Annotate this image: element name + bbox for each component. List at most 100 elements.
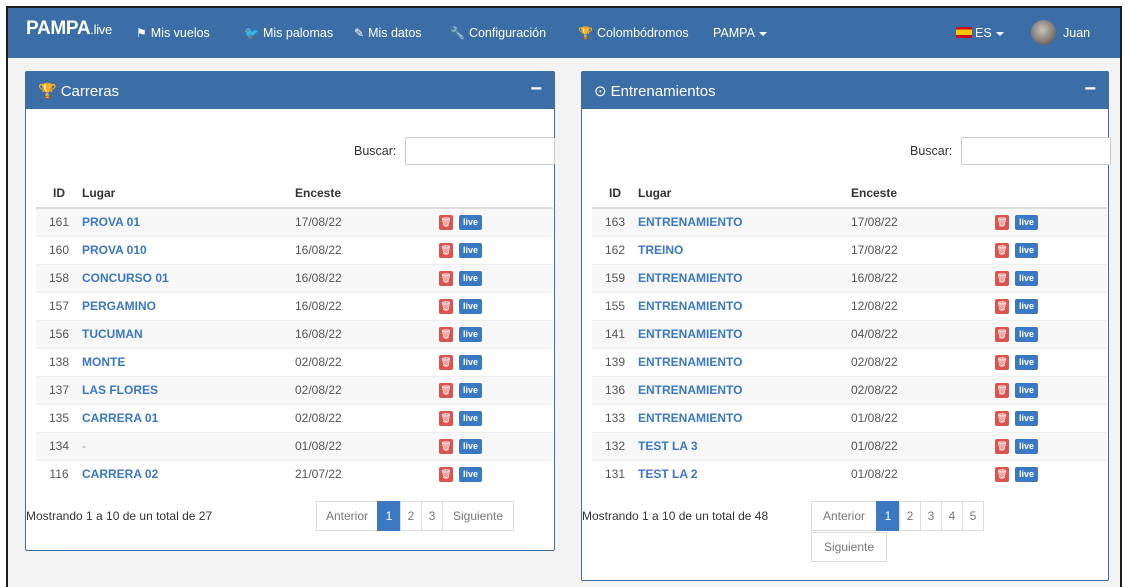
user-avatar[interactable] <box>1031 20 1056 45</box>
live-button[interactable]: live <box>1015 410 1039 426</box>
col-lugar[interactable]: Lugar <box>82 178 295 209</box>
delete-button[interactable]: 🗑 <box>439 326 453 342</box>
table-row[interactable]: 157 PERGAMINO 16/08/22 🗑 live <box>36 291 553 320</box>
page-4-button[interactable]: 4 <box>941 501 963 531</box>
table-row[interactable]: 133 ENTRENAMIENTO 01/08/22 🗑 live <box>592 403 1107 432</box>
nav-colombodromos[interactable]: 🏆 Colombódromos <box>578 26 689 40</box>
live-button[interactable]: live <box>1015 466 1039 482</box>
cell-lugar-link[interactable]: CARRERA 01 <box>82 403 295 432</box>
table-row[interactable]: 163 ENTRENAMIENTO 17/08/22 🗑 live <box>592 207 1107 236</box>
cell-lugar-link[interactable]: ENTRENAMIENTO <box>638 403 851 432</box>
cell-lugar-link[interactable]: ENTRENAMIENTO <box>638 375 851 404</box>
table-row[interactable]: 116 CARRERA 02 21/07/22 🗑 live <box>36 459 553 488</box>
cell-lugar-link[interactable]: PROVA 010 <box>82 235 295 264</box>
live-button[interactable]: live <box>1015 270 1039 286</box>
nav-mis-vuelos[interactable]: ⚑ Mis vuelos <box>136 26 210 40</box>
next-button[interactable]: Siguiente <box>811 532 887 562</box>
cell-lugar-link[interactable]: CONCURSO 01 <box>82 263 295 292</box>
table-row[interactable]: 137 LAS FLORES 02/08/22 🗑 live <box>36 375 553 404</box>
live-button[interactable]: live <box>459 382 483 398</box>
page-5-button[interactable]: 5 <box>962 501 984 531</box>
cell-lugar-link[interactable]: TEST LA 2 <box>638 459 851 488</box>
delete-button[interactable]: 🗑 <box>995 298 1009 314</box>
delete-button[interactable]: 🗑 <box>439 438 453 454</box>
prev-button[interactable]: Anterior <box>811 501 877 531</box>
delete-button[interactable]: 🗑 <box>439 242 453 258</box>
table-row[interactable]: 131 TEST LA 2 01/08/22 🗑 live <box>592 459 1107 488</box>
minimize-button[interactable]: − <box>1084 78 1096 101</box>
live-button[interactable]: live <box>459 466 483 482</box>
live-button[interactable]: live <box>1015 214 1039 230</box>
delete-button[interactable]: 🗑 <box>439 410 453 426</box>
live-button[interactable]: live <box>459 242 483 258</box>
delete-button[interactable]: 🗑 <box>995 438 1009 454</box>
language-dropdown[interactable]: ES <box>956 26 1004 40</box>
col-enceste[interactable]: Enceste <box>851 178 965 209</box>
cell-lugar-link[interactable]: ENTRENAMIENTO <box>638 319 851 348</box>
live-button[interactable]: live <box>1015 326 1039 342</box>
live-button[interactable]: live <box>459 298 483 314</box>
table-row[interactable]: 159 ENTRENAMIENTO 16/08/22 🗑 live <box>592 263 1107 292</box>
delete-button[interactable]: 🗑 <box>995 382 1009 398</box>
table-row[interactable]: 162 TREINO 17/08/22 🗑 live <box>592 235 1107 264</box>
table-row[interactable]: 136 ENTRENAMIENTO 02/08/22 🗑 live <box>592 375 1107 404</box>
live-button[interactable]: live <box>459 214 483 230</box>
cell-lugar-link[interactable]: PERGAMINO <box>82 291 295 320</box>
delete-button[interactable]: 🗑 <box>439 270 453 286</box>
page-1-button[interactable]: 1 <box>876 501 900 531</box>
nav-mis-datos[interactable]: ✎ Mis datos <box>354 26 422 40</box>
cell-lugar-link[interactable]: ENTRENAMIENTO <box>638 263 851 292</box>
page-2-button[interactable]: 2 <box>400 501 422 531</box>
nav-mis-palomas[interactable]: 🐦 Mis palomas <box>244 26 333 40</box>
page-2-button[interactable]: 2 <box>899 501 921 531</box>
live-button[interactable]: live <box>459 438 483 454</box>
delete-button[interactable]: 🗑 <box>995 270 1009 286</box>
cell-lugar-link[interactable]: MONTE <box>82 347 295 376</box>
cell-lugar-link[interactable]: ENTRENAMIENTO <box>638 291 851 320</box>
table-row[interactable]: 134-01/08/22 🗑 live <box>36 431 553 460</box>
delete-button[interactable]: 🗑 <box>439 214 453 230</box>
delete-button[interactable]: 🗑 <box>995 242 1009 258</box>
brand-logo[interactable]: PAMPA.live <box>26 18 112 40</box>
delete-button[interactable]: 🗑 <box>439 466 453 482</box>
delete-button[interactable]: 🗑 <box>439 354 453 370</box>
table-row[interactable]: 132 TEST LA 3 01/08/22 🗑 live <box>592 431 1107 460</box>
table-row[interactable]: 161 PROVA 01 17/08/22 🗑 live <box>36 207 553 236</box>
entrenamientos-search-input[interactable] <box>961 137 1111 165</box>
live-button[interactable]: live <box>1015 354 1039 370</box>
delete-button[interactable]: 🗑 <box>995 466 1009 482</box>
minimize-button[interactable]: − <box>530 78 542 101</box>
cell-lugar-link[interactable]: LAS FLORES <box>82 375 295 404</box>
live-button[interactable]: live <box>459 270 483 286</box>
delete-button[interactable]: 🗑 <box>995 326 1009 342</box>
delete-button[interactable]: 🗑 <box>439 298 453 314</box>
table-row[interactable]: 135 CARRERA 01 02/08/22 🗑 live <box>36 403 553 432</box>
delete-button[interactable]: 🗑 <box>995 410 1009 426</box>
live-button[interactable]: live <box>459 354 483 370</box>
table-row[interactable]: 160 PROVA 010 16/08/22 🗑 live <box>36 235 553 264</box>
nav-configuracion[interactable]: 🔧 Configuración <box>450 26 546 40</box>
cell-lugar-link[interactable]: TUCUMAN <box>82 319 295 348</box>
cell-lugar-link[interactable]: TEST LA 3 <box>638 431 851 460</box>
prev-button[interactable]: Anterior <box>316 501 378 531</box>
table-row[interactable]: 139 ENTRENAMIENTO 02/08/22 🗑 live <box>592 347 1107 376</box>
live-button[interactable]: live <box>459 410 483 426</box>
delete-button[interactable]: 🗑 <box>995 214 1009 230</box>
user-name[interactable]: Juan <box>1063 26 1090 40</box>
col-lugar[interactable]: Lugar <box>638 178 851 209</box>
carreras-search-input[interactable] <box>405 137 555 165</box>
live-button[interactable]: live <box>1015 438 1039 454</box>
cell-lugar-link[interactable]: PROVA 01 <box>82 207 295 236</box>
page-3-button[interactable]: 3 <box>920 501 942 531</box>
cell-lugar-link[interactable]: CARRERA 02 <box>82 459 295 488</box>
live-button[interactable]: live <box>1015 298 1039 314</box>
cell-lugar-link[interactable]: TREINO <box>638 235 851 264</box>
live-button[interactable]: live <box>459 326 483 342</box>
table-row[interactable]: 156 TUCUMAN 16/08/22 🗑 live <box>36 319 553 348</box>
col-id[interactable]: ID <box>592 178 638 209</box>
nav-pampa-dropdown[interactable]: PAMPA <box>713 26 767 40</box>
col-id[interactable]: ID <box>36 178 82 209</box>
delete-button[interactable]: 🗑 <box>439 382 453 398</box>
next-button[interactable]: Siguiente <box>442 501 514 531</box>
page-1-button[interactable]: 1 <box>377 501 401 531</box>
